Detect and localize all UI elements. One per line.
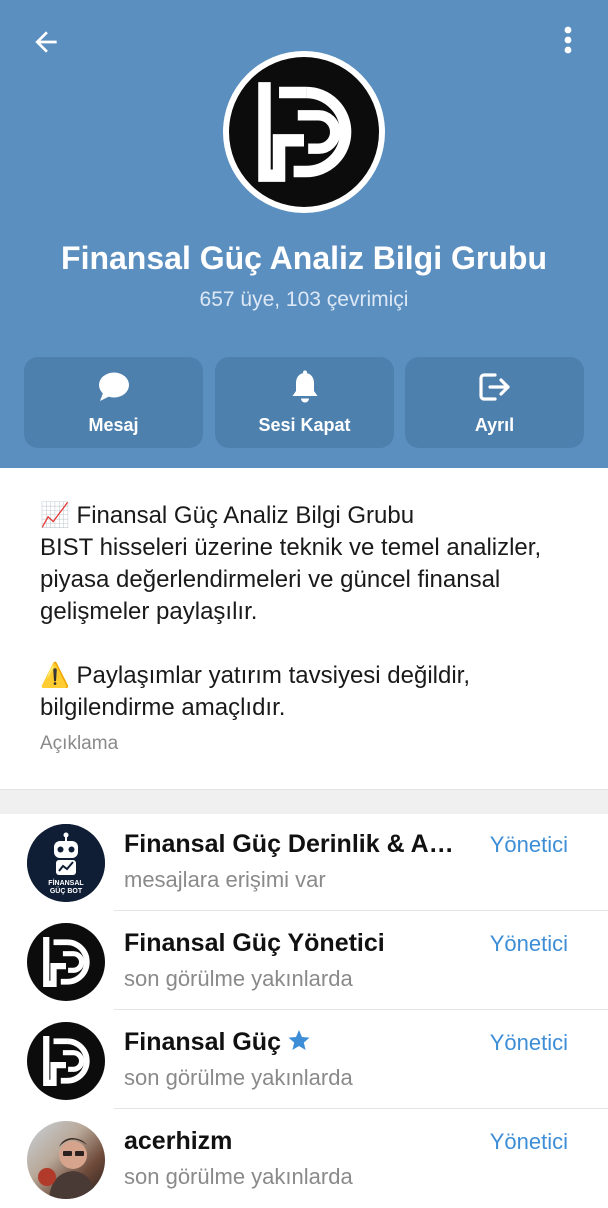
description-label: Açıklama	[40, 733, 119, 754]
arrow-left-icon	[35, 31, 57, 53]
member-name: Finansal Güç Derinlik & AK…	[124, 830, 469, 858]
group-description: 📈 Finansal Güç Analiz Bilgi Grubu BIST h…	[40, 500, 590, 724]
bell-icon	[292, 370, 317, 403]
member-role: Yönetici	[489, 832, 568, 857]
member-status: son görülme yakınlarda	[124, 1065, 353, 1090]
group-avatar[interactable]	[223, 51, 385, 213]
member-role: Yönetici	[489, 1129, 568, 1154]
fgd-logo-icon	[43, 937, 90, 987]
group-title: Finansal Güç Analiz Bilgi Grubu	[61, 240, 547, 276]
member-count: 657 üye, 103 çevrimiçi	[199, 288, 409, 311]
leave-button-label: Ayrıl	[474, 415, 515, 435]
fgd-logo-icon	[43, 1036, 90, 1086]
avatar	[27, 1022, 105, 1100]
member-name-wrapper: Finansal Güç	[124, 1028, 469, 1057]
description-paragraph-1: 📈 Finansal Güç Analiz Bilgi Grubu BIST h…	[40, 502, 542, 625]
user-photo-icon	[38, 1138, 97, 1199]
star-icon	[288, 1030, 310, 1050]
bot-logo-text-2: GÜÇ BOT	[50, 886, 83, 895]
member-row[interactable]: FİNANSAL GÜÇ BOT Finansal Güç Derinlik &…	[0, 812, 608, 911]
member-status: son görülme yakınlarda	[124, 966, 353, 991]
mute-button[interactable]: Sesi Kapat	[215, 357, 394, 448]
member-name: Finansal Güç	[124, 1028, 281, 1056]
bot-logo-text-1: FİNANSAL	[48, 879, 84, 887]
exit-icon	[478, 373, 510, 401]
message-button[interactable]: Mesaj	[24, 357, 203, 448]
member-status: son görülme yakınlarda	[124, 1164, 353, 1189]
member-row[interactable]: Finansal Güç son görülme yakınlarda Yöne…	[0, 1010, 608, 1109]
section-divider	[0, 789, 608, 814]
more-options-button[interactable]	[548, 20, 588, 60]
chat-bubble-icon	[98, 372, 129, 401]
member-role: Yönetici	[489, 931, 568, 956]
member-status: mesajlara erişimi var	[124, 867, 326, 892]
member-row[interactable]: acerhizm son görülme yakınlarda Yönetici	[0, 1109, 608, 1208]
member-name: Finansal Güç Yönetici	[124, 929, 385, 957]
back-button[interactable]	[26, 22, 66, 62]
description-paragraph-2: ⚠️ Paylaşımlar yatırım tavsiyesi değildi…	[40, 662, 471, 721]
avatar: FİNANSAL GÜÇ BOT	[27, 824, 105, 902]
member-role: Yönetici	[489, 1030, 568, 1055]
mute-button-label: Sesi Kapat	[258, 415, 351, 435]
avatar	[27, 1121, 105, 1199]
leave-button[interactable]: Ayrıl	[405, 357, 584, 448]
fgd-logo-icon	[258, 82, 352, 182]
message-button-label: Mesaj	[88, 415, 139, 435]
member-row[interactable]: Finansal Güç Yönetici son görülme yakınl…	[0, 911, 608, 1010]
profile-header: Finansal Güç Analiz Bilgi Grubu 657 üye,…	[0, 0, 608, 468]
robot-icon: FİNANSAL GÜÇ BOT	[27, 824, 105, 902]
kebab-menu-icon	[564, 26, 572, 54]
member-name: acerhizm	[124, 1127, 233, 1155]
avatar	[27, 923, 105, 1001]
